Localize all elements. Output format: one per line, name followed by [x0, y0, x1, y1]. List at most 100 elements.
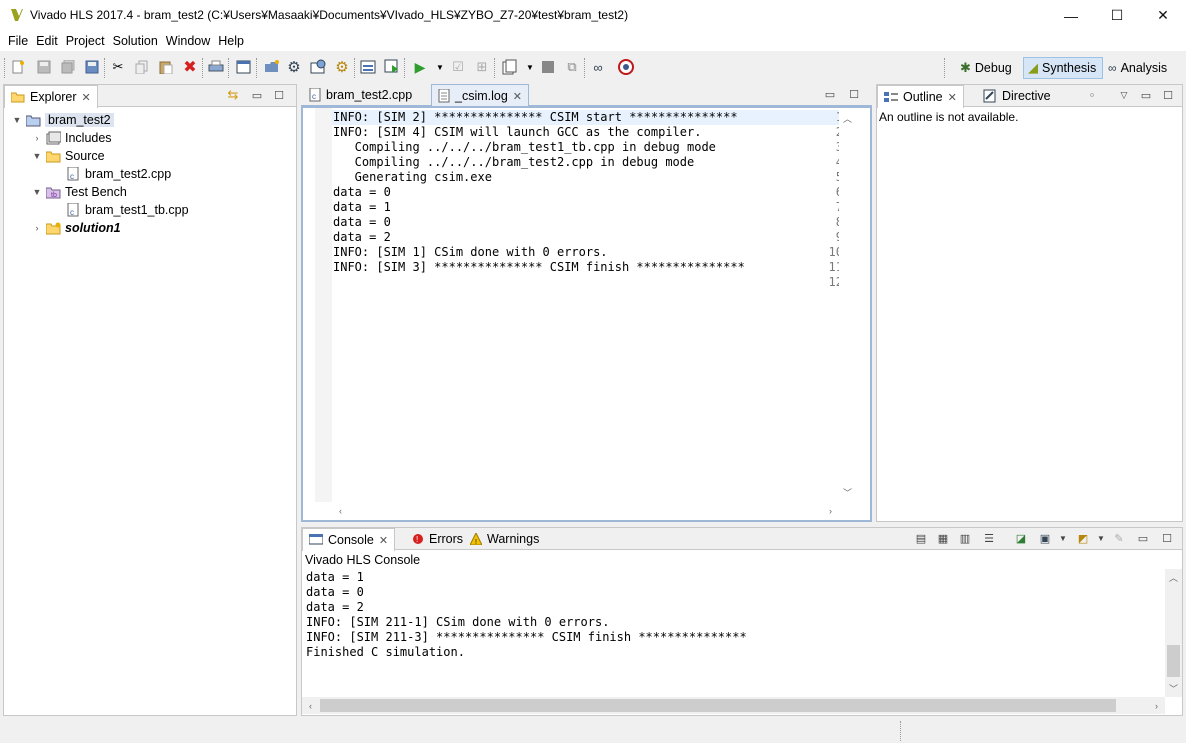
console-vertical-scrollbar[interactable]: ︿ ﹀ [1165, 569, 1182, 697]
display-console-dropdown-icon[interactable]: ▼ [1056, 531, 1070, 545]
tab-csim-log[interactable]: _csim.log ✕ [431, 84, 530, 107]
menu-solution[interactable]: Solution [109, 31, 162, 51]
chevron-down-icon[interactable]: ▼ [32, 187, 42, 197]
display-console-icon[interactable]: ▣ [1038, 531, 1052, 545]
chevron-down-icon[interactable]: ▼ [32, 151, 42, 161]
link-with-editor-icon[interactable]: ⇆ [226, 87, 240, 102]
scroll-right-icon[interactable]: › [1148, 697, 1165, 714]
editor-horizontal-scrollbar[interactable]: ‹ › [332, 502, 839, 519]
run-c-synthesis-icon[interactable] [384, 59, 400, 75]
close-csim-log-icon[interactable]: ✕ [513, 90, 522, 103]
editor-vertical-scrollbar[interactable]: ︿ ﹀ [839, 108, 856, 502]
tree-item-source-file[interactable]: c bram_test2.cpp [52, 165, 171, 183]
tree-item-testbench-file[interactable]: c bram_test1_tb.cpp [52, 201, 189, 219]
console-scroll-thumb[interactable] [1167, 645, 1180, 677]
tab-bram-test2-cpp[interactable]: c bram_test2.cpp [303, 84, 418, 106]
copy-icon[interactable] [134, 59, 150, 75]
xilinx-help-icon[interactable] [618, 59, 634, 75]
tree-item-includes[interactable]: › Includes [32, 129, 112, 147]
word-wrap-icon[interactable]: ▥ [958, 531, 972, 545]
chevron-down-icon[interactable]: ▼ [12, 115, 22, 125]
new-file-icon[interactable] [10, 59, 26, 75]
menu-help[interactable]: Help [214, 31, 248, 51]
save-icon[interactable] [36, 59, 52, 75]
tab-outline[interactable]: Outline ✕ [877, 85, 964, 108]
tab-console[interactable]: Console ✕ [302, 528, 396, 551]
tab-errors[interactable]: ! Errors [406, 528, 469, 550]
maximize-editor-icon[interactable]: ☐ [847, 87, 861, 101]
close-console-icon[interactable]: ✕ [379, 534, 388, 547]
console-horizontal-scrollbar[interactable]: ‹ › [302, 697, 1165, 714]
compare-reports-icon[interactable]: ⧉ [564, 59, 580, 75]
tab-warnings[interactable]: ! Warnings [464, 528, 545, 550]
scroll-down-icon[interactable]: ﹀ [839, 484, 856, 501]
analysis-glasses-icon[interactable]: ∞ [590, 59, 606, 75]
tree-item-project[interactable]: ▼ bram_test2 [12, 111, 114, 129]
project-settings-icon[interactable] [236, 59, 252, 75]
new-solution-icon[interactable] [264, 59, 280, 75]
editor-text-area[interactable]: 1 2 3 4 5 6 7 8 9 10 11 12 INFO: [SIM 2]… [301, 106, 872, 522]
maximize-console-icon[interactable]: ☐ [1160, 531, 1174, 545]
run-dropdown-icon[interactable]: ▼ [432, 59, 448, 75]
print-icon[interactable] [208, 59, 224, 75]
tab-directive[interactable]: Directive [977, 85, 1057, 107]
cut-icon[interactable]: ✂ [110, 59, 126, 75]
save-as-icon[interactable] [84, 59, 100, 75]
menu-file[interactable]: File [4, 31, 32, 51]
view-menu-icon[interactable]: ▽ [1117, 88, 1131, 102]
maximize-button[interactable]: ☐ [1094, 0, 1140, 31]
menu-project[interactable]: Project [62, 31, 109, 51]
maximize-outline-icon[interactable]: ☐ [1161, 88, 1175, 102]
perspective-debug[interactable]: ✱ Debug [956, 57, 1016, 79]
minimize-button[interactable]: — [1048, 0, 1094, 31]
chevron-right-icon[interactable]: › [32, 223, 42, 233]
chevron-right-icon[interactable]: › [32, 133, 42, 143]
close-button[interactable]: ✕ [1140, 0, 1186, 31]
scroll-left-icon[interactable]: ‹ [302, 697, 319, 714]
console-hscroll-thumb[interactable] [320, 699, 1116, 712]
scroll-left-icon[interactable]: ‹ [332, 502, 349, 519]
export-rtl-icon[interactable]: ⊞ [474, 59, 490, 75]
scroll-lock-icon[interactable]: ▦ [936, 531, 950, 545]
minimize-explorer-icon[interactable]: ▭ [250, 88, 264, 102]
open-report-icon[interactable] [502, 59, 518, 75]
edit-console-icon[interactable]: ✎ [1112, 531, 1126, 545]
new-console-dropdown-icon[interactable]: ▼ [1094, 531, 1108, 545]
close-outline-icon[interactable]: ✕ [948, 91, 957, 104]
save-all-icon[interactable] [60, 59, 76, 75]
open-console-icon[interactable]: ◪ [1014, 531, 1028, 545]
scroll-down-icon[interactable]: ﹀ [1165, 680, 1182, 697]
tree-item-solution[interactable]: › solution1 [32, 219, 121, 237]
console-panel: Console ✕ ! Errors ! Warnings ▤ ▦ ▥ ☰ ◪ … [301, 527, 1183, 716]
run-c-simulation-icon[interactable] [360, 59, 376, 75]
tree-item-source[interactable]: ▼ Source [32, 147, 105, 165]
menu-window[interactable]: Window [162, 31, 214, 51]
index-c-source-icon[interactable] [310, 59, 326, 75]
perspective-analysis[interactable]: ∞ Analysis [1104, 57, 1171, 79]
hide-fields-icon[interactable]: ⚬ [1085, 88, 1099, 102]
minimize-console-icon[interactable]: ▭ [1136, 531, 1150, 545]
tree-item-test-bench[interactable]: ▼ tb Test Bench [32, 183, 127, 201]
cleanup-icon[interactable]: ⚙ [334, 59, 350, 76]
clear-console-icon[interactable]: ▤ [914, 531, 928, 545]
new-console-icon[interactable]: ◩ [1076, 531, 1090, 545]
scroll-up-icon[interactable]: ︿ [1165, 569, 1182, 586]
menu-edit[interactable]: Edit [32, 31, 62, 51]
scroll-right-icon[interactable]: › [822, 502, 839, 519]
stop-icon[interactable] [540, 59, 556, 75]
scroll-up-icon[interactable]: ︿ [839, 110, 856, 127]
tab-explorer[interactable]: Explorer ✕ [4, 85, 98, 108]
minimize-outline-icon[interactable]: ▭ [1139, 88, 1153, 102]
paste-icon[interactable] [158, 59, 174, 75]
delete-icon[interactable]: ✖ [182, 59, 198, 76]
pin-console-icon[interactable]: ☰ [982, 531, 996, 545]
maximize-explorer-icon[interactable]: ☐ [272, 88, 286, 102]
solution-settings-icon[interactable]: ⚙ [286, 59, 302, 76]
minimize-editor-icon[interactable]: ▭ [823, 87, 837, 101]
open-report-dropdown-icon[interactable]: ▼ [522, 59, 538, 75]
perspective-synthesis[interactable]: ◢ Synthesis [1023, 57, 1103, 79]
close-explorer-icon[interactable]: ✕ [82, 91, 91, 104]
run-icon[interactable]: ▶ [412, 59, 428, 75]
run-cosimulation-icon[interactable]: ☑ [450, 59, 466, 75]
console-output[interactable]: data = 1 data = 0 data = 2 INFO: [SIM 21… [302, 569, 1165, 697]
